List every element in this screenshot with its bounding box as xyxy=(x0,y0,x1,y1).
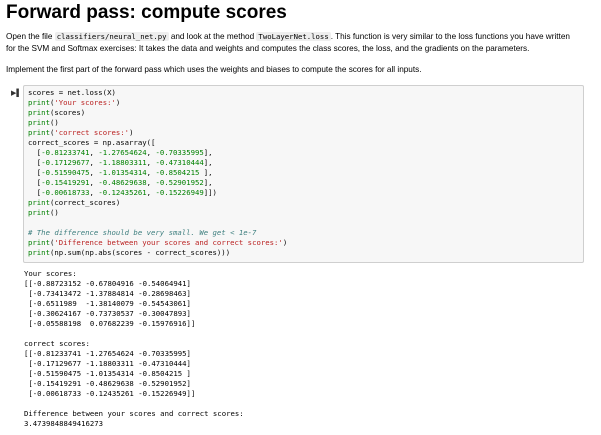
output-line: [-0.00618733 -0.12435261 -0.15226949]] xyxy=(24,389,196,398)
output-line: [[-0.81233741 -1.27654624 -0.70335995] xyxy=(24,349,191,358)
code-line[interactable]: print(correct_scores) xyxy=(28,198,120,207)
code-line[interactable]: print() xyxy=(28,208,59,217)
output-line: [-0.05588198 0.07682239 -0.15976916]] xyxy=(24,319,196,328)
code-line[interactable]: print(np.sum(np.abs(scores - correct_sco… xyxy=(28,248,230,257)
code-line[interactable]: [-0.17129677, -1.18803311, -0.47310444], xyxy=(28,158,213,167)
output-line: [-0.15419291 -0.48629638 -0.52901952] xyxy=(24,379,191,388)
output-line: [-0.30624167 -0.73730537 -0.30047893] xyxy=(24,309,191,318)
output-line: [-0.6511989 -1.38140079 -0.54543061] xyxy=(24,299,191,308)
code-cell[interactable]: ▶▌ scores = net.loss(X) print('Your scor… xyxy=(3,85,587,263)
intro-text-c: . This function is very similar to the l… xyxy=(330,32,570,41)
code-line[interactable]: # The difference should be very small. W… xyxy=(28,228,256,237)
cell-output: Your scores: [[-0.88723152 -0.67804916 -… xyxy=(24,269,244,429)
output-line: [-0.51590475 -1.01354314 -0.8504215 ] xyxy=(24,369,191,378)
code-line[interactable]: [-0.00618733, -0.12435261, -0.15226949]]… xyxy=(28,188,217,197)
code-content[interactable]: scores = net.loss(X) print('Your scores:… xyxy=(28,88,287,258)
output-line: correct scores: xyxy=(24,339,90,348)
output-line: Your scores: xyxy=(24,269,77,278)
code-line[interactable]: print('correct scores:') xyxy=(28,128,133,137)
intro-text-b: and look at the method xyxy=(170,32,255,41)
output-line: [[-0.88723152 -0.67804916 -0.54064941] xyxy=(24,279,191,288)
intro-paragraph-line2: for the SVM and Softmax exercises: It ta… xyxy=(6,44,530,53)
code-line[interactable]: print('Difference between your scores an… xyxy=(28,238,287,247)
code-line[interactable]: print('Your scores:') xyxy=(28,98,120,107)
code-line[interactable]: scores = net.loss(X) xyxy=(28,88,116,97)
output-line: [-0.17129677 -1.18803311 -0.47310444] xyxy=(24,359,191,368)
page-title: Forward pass: compute scores xyxy=(6,2,287,23)
code-line[interactable]: print(scores) xyxy=(28,108,85,117)
code-line[interactable]: correct_scores = np.asarray([ xyxy=(28,138,155,147)
code-line[interactable]: [-0.51590475, -1.01354314, -0.8504215 ], xyxy=(28,168,213,177)
method-code: TwoLayerNet.loss xyxy=(256,32,331,41)
intro-paragraph: Open the file classifiers/neural_net.py … xyxy=(6,31,570,42)
instruction-paragraph: Implement the first part of the forward … xyxy=(6,65,422,74)
output-line: 3.4739848849416273 xyxy=(24,419,104,428)
file-path-code: classifiers/neural_net.py xyxy=(54,32,169,41)
code-line[interactable]: [-0.15419291, -0.48629638, -0.52901952], xyxy=(28,178,213,187)
intro-text-a: Open the file xyxy=(6,32,53,41)
code-line[interactable]: [-0.81233741, -1.27654624, -0.70335995], xyxy=(28,148,213,157)
code-editor[interactable]: scores = net.loss(X) print('Your scores:… xyxy=(23,85,584,263)
output-line: Difference between your scores and corre… xyxy=(24,409,244,418)
output-line: [-0.73413472 -1.37884814 -0.28698463] xyxy=(24,289,191,298)
code-line[interactable]: print() xyxy=(28,118,59,127)
run-cell-icon[interactable]: ▶▌ xyxy=(11,89,21,98)
